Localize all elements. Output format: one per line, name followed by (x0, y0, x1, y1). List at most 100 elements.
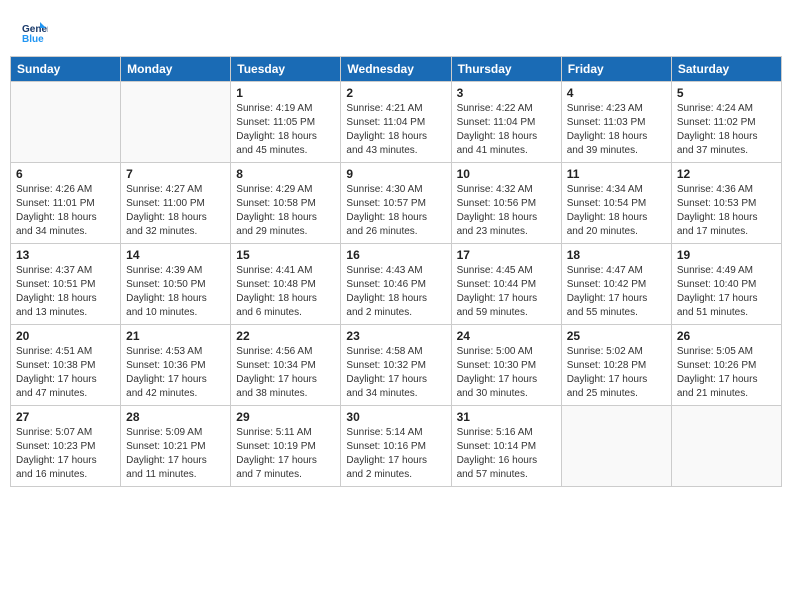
calendar-cell: 18 Sunrise: 4:47 AMSunset: 10:42 PMDaylig… (561, 244, 671, 325)
calendar-cell: 28 Sunrise: 5:09 AMSunset: 10:21 PMDaylig… (121, 406, 231, 487)
day-info: Sunrise: 4:36 AMSunset: 10:53 PMDaylight… (677, 183, 776, 239)
weekday-header: Thursday (451, 57, 561, 82)
calendar-week-row: 13 Sunrise: 4:37 AMSunset: 10:51 PMDaylig… (11, 244, 782, 325)
day-info: Sunrise: 5:16 AMSunset: 10:14 PMDaylight… (457, 426, 556, 482)
day-info: Sunrise: 5:00 AMSunset: 10:30 PMDaylight… (457, 345, 556, 401)
day-number: 5 (677, 86, 776, 100)
weekday-header: Monday (121, 57, 231, 82)
page-header: General Blue (10, 10, 782, 50)
day-number: 6 (16, 167, 115, 181)
calendar-cell: 13 Sunrise: 4:37 AMSunset: 10:51 PMDaylig… (11, 244, 121, 325)
day-number: 29 (236, 410, 335, 424)
day-number: 23 (346, 329, 445, 343)
day-number: 7 (126, 167, 225, 181)
day-info: Sunrise: 4:41 AMSunset: 10:48 PMDaylight… (236, 264, 335, 320)
calendar-cell: 19 Sunrise: 4:49 AMSunset: 10:40 PMDaylig… (671, 244, 781, 325)
day-number: 3 (457, 86, 556, 100)
calendar-header-row: SundayMondayTuesdayWednesdayThursdayFrid… (11, 57, 782, 82)
day-info: Sunrise: 4:24 AMSunset: 11:02 PMDaylight… (677, 102, 776, 158)
weekday-header: Tuesday (231, 57, 341, 82)
calendar-cell: 11Sunrise: 4:34 AMSunset: 10:54 PMDaylig… (561, 163, 671, 244)
day-number: 12 (677, 167, 776, 181)
day-number: 14 (126, 248, 225, 262)
day-number: 28 (126, 410, 225, 424)
calendar-cell: 22Sunrise: 4:56 AMSunset: 10:34 PMDaylig… (231, 325, 341, 406)
weekday-header: Sunday (11, 57, 121, 82)
calendar-cell: 8 Sunrise: 4:29 AMSunset: 10:58 PMDayligh… (231, 163, 341, 244)
calendar-cell: 24Sunrise: 5:00 AMSunset: 10:30 PMDaylig… (451, 325, 561, 406)
calendar-week-row: 6 Sunrise: 4:26 AMSunset: 11:01 PMDayligh… (11, 163, 782, 244)
calendar-week-row: 27Sunrise: 5:07 AMSunset: 10:23 PMDaylig… (11, 406, 782, 487)
day-info: Sunrise: 4:45 AMSunset: 10:44 PMDaylight… (457, 264, 556, 320)
day-number: 17 (457, 248, 556, 262)
weekday-header: Wednesday (341, 57, 451, 82)
calendar-cell: 20 Sunrise: 4:51 AMSunset: 10:38 PMDaylig… (11, 325, 121, 406)
day-info: Sunrise: 5:02 AMSunset: 10:28 PMDaylight… (567, 345, 666, 401)
day-info: Sunrise: 4:47 AMSunset: 10:42 PMDaylight… (567, 264, 666, 320)
day-number: 19 (677, 248, 776, 262)
calendar-cell: 15 Sunrise: 4:41 AMSunset: 10:48 PMDaylig… (231, 244, 341, 325)
day-info: Sunrise: 4:26 AMSunset: 11:01 PMDaylight… (16, 183, 115, 239)
day-number: 30 (346, 410, 445, 424)
calendar-cell: 7Sunrise: 4:27 AMSunset: 11:00 PMDayligh… (121, 163, 231, 244)
calendar-cell: 5 Sunrise: 4:24 AMSunset: 11:02 PMDayligh… (671, 82, 781, 163)
calendar-cell: 3 Sunrise: 4:22 AMSunset: 11:04 PMDayligh… (451, 82, 561, 163)
day-info: Sunrise: 4:30 AMSunset: 10:57 PMDaylight… (346, 183, 445, 239)
calendar-cell: 29 Sunrise: 5:11 AMSunset: 10:19 PMDaylig… (231, 406, 341, 487)
day-number: 18 (567, 248, 666, 262)
day-info: Sunrise: 4:29 AMSunset: 10:58 PMDaylight… (236, 183, 335, 239)
day-number: 13 (16, 248, 115, 262)
day-number: 2 (346, 86, 445, 100)
day-number: 26 (677, 329, 776, 343)
day-info: Sunrise: 4:37 AMSunset: 10:51 PMDaylight… (16, 264, 115, 320)
day-number: 1 (236, 86, 335, 100)
day-number: 11 (567, 167, 666, 181)
day-info: Sunrise: 4:19 AMSunset: 11:05 PMDaylight… (236, 102, 335, 158)
calendar-cell: 26 Sunrise: 5:05 AMSunset: 10:26 PMDaylig… (671, 325, 781, 406)
day-number: 21 (126, 329, 225, 343)
day-info: Sunrise: 4:23 AMSunset: 11:03 PMDaylight… (567, 102, 666, 158)
calendar-cell: 6 Sunrise: 4:26 AMSunset: 11:01 PMDayligh… (11, 163, 121, 244)
day-number: 9 (346, 167, 445, 181)
calendar-cell: 31 Sunrise: 5:16 AMSunset: 10:14 PMDaylig… (451, 406, 561, 487)
calendar-cell: 10Sunrise: 4:32 AMSunset: 10:56 PMDaylig… (451, 163, 561, 244)
day-info: Sunrise: 4:43 AMSunset: 10:46 PMDaylight… (346, 264, 445, 320)
weekday-header: Saturday (671, 57, 781, 82)
day-number: 10 (457, 167, 556, 181)
day-info: Sunrise: 4:56 AMSunset: 10:34 PMDaylight… (236, 345, 335, 401)
calendar-cell: 4 Sunrise: 4:23 AMSunset: 11:03 PMDayligh… (561, 82, 671, 163)
calendar-cell: 17 Sunrise: 4:45 AMSunset: 10:44 PMDaylig… (451, 244, 561, 325)
day-number: 15 (236, 248, 335, 262)
calendar-cell (671, 406, 781, 487)
logo-icon: General Blue (20, 18, 48, 46)
calendar-cell: 16Sunrise: 4:43 AMSunset: 10:46 PMDaylig… (341, 244, 451, 325)
day-info: Sunrise: 5:09 AMSunset: 10:21 PMDaylight… (126, 426, 225, 482)
day-number: 20 (16, 329, 115, 343)
calendar-cell: 2Sunrise: 4:21 AMSunset: 11:04 PMDayligh… (341, 82, 451, 163)
day-number: 8 (236, 167, 335, 181)
day-info: Sunrise: 5:14 AMSunset: 10:16 PMDaylight… (346, 426, 445, 482)
day-info: Sunrise: 4:49 AMSunset: 10:40 PMDaylight… (677, 264, 776, 320)
day-info: Sunrise: 5:11 AMSunset: 10:19 PMDaylight… (236, 426, 335, 482)
day-number: 31 (457, 410, 556, 424)
calendar-cell: 23 Sunrise: 4:58 AMSunset: 10:32 PMDaylig… (341, 325, 451, 406)
day-info: Sunrise: 5:07 AMSunset: 10:23 PMDaylight… (16, 426, 115, 482)
day-number: 4 (567, 86, 666, 100)
calendar-table: SundayMondayTuesdayWednesdayThursdayFrid… (10, 56, 782, 487)
calendar-cell (121, 82, 231, 163)
day-info: Sunrise: 4:22 AMSunset: 11:04 PMDaylight… (457, 102, 556, 158)
day-info: Sunrise: 4:58 AMSunset: 10:32 PMDaylight… (346, 345, 445, 401)
calendar-cell: 1 Sunrise: 4:19 AMSunset: 11:05 PMDayligh… (231, 82, 341, 163)
day-info: Sunrise: 5:05 AMSunset: 10:26 PMDaylight… (677, 345, 776, 401)
calendar-week-row: 20 Sunrise: 4:51 AMSunset: 10:38 PMDaylig… (11, 325, 782, 406)
day-info: Sunrise: 4:39 AMSunset: 10:50 PMDaylight… (126, 264, 225, 320)
svg-text:Blue: Blue (22, 34, 44, 45)
day-info: Sunrise: 4:51 AMSunset: 10:38 PMDaylight… (16, 345, 115, 401)
calendar-cell: 21 Sunrise: 4:53 AMSunset: 10:36 PMDaylig… (121, 325, 231, 406)
weekday-header: Friday (561, 57, 671, 82)
calendar-cell: 27Sunrise: 5:07 AMSunset: 10:23 PMDaylig… (11, 406, 121, 487)
calendar-cell: 25Sunrise: 5:02 AMSunset: 10:28 PMDaylig… (561, 325, 671, 406)
calendar-cell: 30 Sunrise: 5:14 AMSunset: 10:16 PMDaylig… (341, 406, 451, 487)
day-info: Sunrise: 4:53 AMSunset: 10:36 PMDaylight… (126, 345, 225, 401)
calendar-cell (11, 82, 121, 163)
